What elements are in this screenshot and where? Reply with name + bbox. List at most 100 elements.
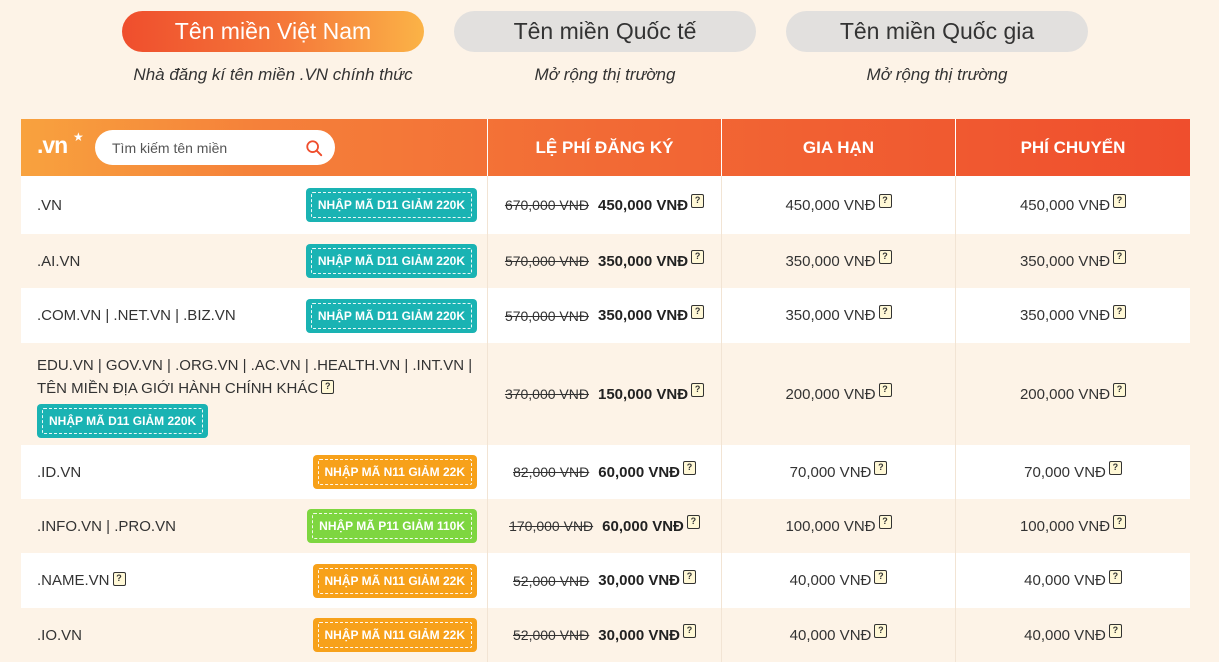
- original-price: 570,000 VNĐ: [505, 253, 589, 269]
- info-icon[interactable]: ?: [691, 194, 704, 208]
- tab-international-domains[interactable]: Tên miền Quốc tế: [454, 11, 756, 52]
- info-icon[interactable]: ?: [683, 570, 696, 584]
- table-body: .VNNHẬP MÃ D11 GIẢM 220K670,000 VNĐ450,0…: [21, 176, 1190, 662]
- info-icon[interactable]: ?: [1109, 570, 1122, 584]
- renewal-price: 350,000 VNĐ: [785, 307, 875, 324]
- renewal-price: 70,000 VNĐ: [790, 464, 872, 481]
- domain-name-cell: EDU.VN | GOV.VN | .ORG.VN | .AC.VN | .HE…: [21, 343, 488, 445]
- registration-fee-cell: 82,000 VNĐ60,000 VNĐ?: [488, 445, 722, 499]
- renewal-price: 200,000 VNĐ: [785, 386, 875, 403]
- promo-code-text: NHẬP MÃ D11 GIẢM 220K: [311, 192, 472, 218]
- tab-international-subtitle: Mở rộng thị trường: [454, 65, 756, 85]
- domain-tabs: Tên miền Việt Nam Nhà đăng kí tên miền .…: [0, 11, 1219, 91]
- renewal-fee-cell: 200,000 VNĐ?: [722, 343, 956, 445]
- header-renewal-fee: GIA HẠN: [722, 119, 956, 176]
- domain-name-wrap: .AI.VN: [37, 253, 80, 270]
- info-icon[interactable]: ?: [874, 624, 887, 638]
- domain-name: .INFO.VN | .PRO.VN: [37, 518, 176, 535]
- table-row: .ID.VN NHẬP MÃ N11 GIẢM 22K 82,000 VNĐ60,0…: [21, 445, 1190, 499]
- domain-name: .AI.VN: [37, 253, 80, 270]
- info-icon[interactable]: ?: [874, 570, 887, 584]
- tab-national-domains[interactable]: Tên miền Quốc gia: [786, 11, 1088, 52]
- info-icon[interactable]: ?: [879, 194, 892, 208]
- registration-fee-cell: 52,000 VNĐ30,000 VNĐ?: [488, 553, 722, 608]
- info-icon[interactable]: ?: [1109, 461, 1122, 475]
- registration-fee-cell: 570,000 VNĐ350,000 VNĐ?: [488, 288, 722, 343]
- renewal-price: 450,000 VNĐ: [785, 197, 875, 214]
- registration-fee-cell: 570,000 VNĐ 350,000 VNĐ?: [488, 234, 722, 288]
- table-row: .NAME.VN? NHẬP MÃ N11 GIẢM 22K 52,000 VNĐ3…: [21, 553, 1190, 608]
- tab-vietnam-domains[interactable]: Tên miền Việt Nam: [122, 11, 424, 52]
- transfer-fee-cell: 350,000 VNĐ?: [956, 234, 1190, 288]
- registration-fee-cell: 170,000 VNĐ60,000 VNĐ?: [488, 499, 722, 553]
- renewal-price: 40,000 VNĐ: [790, 572, 872, 589]
- registration-fee-cell: 670,000 VNĐ450,000 VNĐ?: [488, 176, 722, 234]
- original-price: 52,000 VNĐ: [513, 627, 589, 643]
- domain-name-cell: .COM.VN | .NET.VN | .BIZ.VN NHẬP MÃ D11 G…: [21, 288, 488, 343]
- info-icon[interactable]: ?: [879, 250, 892, 264]
- info-icon[interactable]: ?: [321, 380, 334, 394]
- domain-name-wrap: .IO.VN: [37, 627, 82, 644]
- renewal-price: 100,000 VNĐ: [785, 518, 875, 535]
- renewal-price: 350,000 VNĐ: [785, 253, 875, 270]
- domain-name: .COM.VN | .NET.VN | .BIZ.VN: [37, 307, 236, 324]
- table-row: .IO.VN NHẬP MÃ N11 GIẢM 22K 52,000 VNĐ30,0…: [21, 608, 1190, 662]
- info-icon[interactable]: ?: [687, 515, 700, 529]
- info-icon[interactable]: ?: [1113, 305, 1126, 319]
- search-icon[interactable]: [305, 139, 323, 157]
- domain-name: .ID.VN: [37, 464, 81, 481]
- promo-code-badge[interactable]: NHẬP MÃ N11 GIẢM 22K: [313, 564, 477, 598]
- info-icon[interactable]: ?: [683, 461, 696, 475]
- header-search-cell: .vn ★: [21, 119, 488, 176]
- original-price: 82,000 VNĐ: [513, 464, 589, 480]
- promo-code-badge[interactable]: NHẬP MÃ P11 GIẢM 110K: [307, 509, 477, 543]
- promo-code-badge[interactable]: NHẬP MÃ D11 GIẢM 220K: [306, 188, 477, 222]
- original-price: 670,000 VNĐ: [505, 197, 589, 213]
- info-icon[interactable]: ?: [691, 305, 704, 319]
- domain-name-cell: .ID.VN NHẬP MÃ N11 GIẢM 22K: [21, 445, 488, 499]
- transfer-price: 350,000 VNĐ: [1020, 253, 1110, 270]
- renewal-fee-cell: 350,000 VNĐ?: [722, 234, 956, 288]
- discounted-price: 350,000 VNĐ: [598, 253, 688, 270]
- info-icon[interactable]: ?: [691, 250, 704, 264]
- transfer-fee-cell: 450,000 VNĐ?: [956, 176, 1190, 234]
- discounted-price: 150,000 VNĐ: [598, 386, 688, 403]
- info-icon[interactable]: ?: [113, 572, 126, 586]
- table-row: .AI.VN NHẬP MÃ D11 GIẢM 220K 570,000 VNĐ 35…: [21, 234, 1190, 288]
- domain-name-wrap: EDU.VN | GOV.VN | .ORG.VN | .AC.VN | .HE…: [37, 354, 477, 400]
- info-icon[interactable]: ?: [1113, 515, 1126, 529]
- original-price: 570,000 VNĐ: [505, 308, 589, 324]
- transfer-fee-cell: 100,000 VNĐ?: [956, 499, 1190, 553]
- promo-code-badge[interactable]: NHẬP MÃ D11 GIẢM 220K: [37, 404, 208, 438]
- domain-name-wrap: .NAME.VN?: [37, 572, 126, 590]
- info-icon[interactable]: ?: [1113, 383, 1126, 397]
- transfer-price: 40,000 VNĐ: [1024, 627, 1106, 644]
- transfer-price: 450,000 VNĐ: [1020, 197, 1110, 214]
- info-icon[interactable]: ?: [1109, 624, 1122, 638]
- info-icon[interactable]: ?: [879, 515, 892, 529]
- promo-code-text: NHẬP MÃ D11 GIẢM 220K: [311, 303, 472, 329]
- promo-code-badge[interactable]: NHẬP MÃ D11 GIẢM 220K: [306, 244, 477, 278]
- search-box[interactable]: [95, 130, 335, 165]
- info-icon[interactable]: ?: [691, 383, 704, 397]
- domain-name-cell: .INFO.VN | .PRO.VN NHẬP MÃ P11 GIẢM 110K: [21, 499, 488, 553]
- domain-name-wrap: .INFO.VN | .PRO.VN: [37, 518, 176, 535]
- info-icon[interactable]: ?: [879, 383, 892, 397]
- promo-code-text: NHẬP MÃ D11 GIẢM 220K: [311, 248, 472, 274]
- promo-code-badge[interactable]: NHẬP MÃ N11 GIẢM 22K: [313, 455, 477, 489]
- info-icon[interactable]: ?: [683, 624, 696, 638]
- info-icon[interactable]: ?: [1113, 250, 1126, 264]
- domain-name: .IO.VN: [37, 627, 82, 644]
- original-price: 52,000 VNĐ: [513, 573, 589, 589]
- promo-code-badge[interactable]: NHẬP MÃ N11 GIẢM 22K: [313, 618, 477, 652]
- transfer-fee-cell: 70,000 VNĐ?: [956, 445, 1190, 499]
- info-icon[interactable]: ?: [1113, 194, 1126, 208]
- registration-fee-cell: 52,000 VNĐ30,000 VNĐ?: [488, 608, 722, 662]
- domain-name-wrap: .ID.VN: [37, 464, 81, 481]
- search-input[interactable]: [110, 139, 305, 157]
- info-icon[interactable]: ?: [874, 461, 887, 475]
- info-icon[interactable]: ?: [879, 305, 892, 319]
- promo-code-text: NHẬP MÃ D11 GIẢM 220K: [42, 408, 203, 434]
- promo-code-badge[interactable]: NHẬP MÃ D11 GIẢM 220K: [306, 299, 477, 333]
- pricing-table: .vn ★ LỆ PHÍ ĐĂNG KÝ GIA HẠN PHÍ CHUYỂN …: [21, 119, 1190, 662]
